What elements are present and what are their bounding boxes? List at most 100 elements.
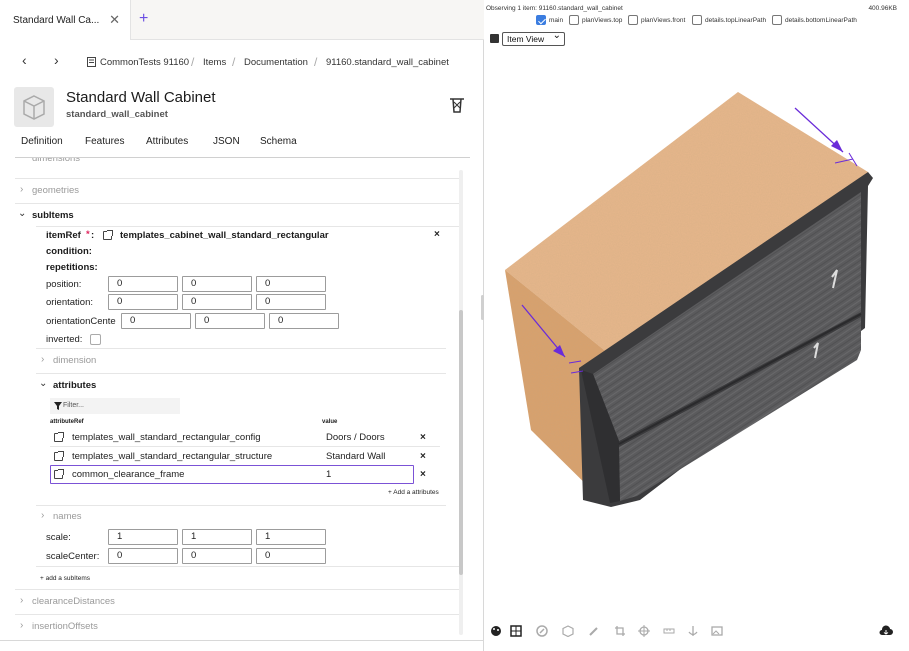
target-icon[interactable] [638,625,650,637]
box-icon[interactable] [562,625,574,637]
position-z-input[interactable]: 0 [256,276,326,292]
tree-node-attributes[interactable]: attributes [53,380,96,391]
scale-center-z-input[interactable]: 0 [256,548,326,564]
pane-resize-handle[interactable] [481,295,484,320]
tree-node-subitems[interactable]: subItems [32,210,74,221]
layer-toggle-top-linear-path[interactable]: details.topLinearPath [692,15,766,25]
filter-icon [54,402,62,410]
layer-label: main [549,16,564,24]
tab-standard-wall-cabinet[interactable]: Standard Wall Ca... ✕ [0,0,131,40]
external-link-icon[interactable] [54,432,64,442]
project-icon [87,57,96,67]
orientation-z-input[interactable]: 0 [256,294,326,310]
layer-toggle-main[interactable]: main [536,15,563,25]
forward-arrow-icon[interactable]: › [54,52,59,68]
cloud-download-icon[interactable] [879,625,893,637]
row-divider [50,446,440,447]
chevron-right-icon[interactable]: › [20,620,23,631]
external-link-icon[interactable] [54,451,64,461]
new-tab-button[interactable]: + [139,10,148,28]
attribute-ref[interactable]: common_clearance_frame [72,469,184,480]
remove-attribute-button[interactable]: × [420,469,426,480]
orientation-center-x-input[interactable]: 0 [121,313,191,329]
image-icon[interactable] [711,625,723,637]
viewer-pane: Observing 1 item: 91160.standard_wall_ca… [485,0,909,651]
layer-toggle-bottom-linear-path[interactable]: details.bottomLinearPath [772,15,857,25]
crop-icon[interactable] [614,625,626,637]
position-x-input[interactable]: 0 [108,276,178,292]
checkbox-checked-icon[interactable] [536,15,546,25]
tab-features[interactable]: Features [85,136,124,147]
tree-node-clearance-distances[interactable]: clearanceDistances [32,596,115,607]
tree-node-dimension[interactable]: dimension [53,355,96,366]
breadcrumb-documentation[interactable]: Documentation [244,57,308,68]
definition-tabs: Definition Features Attributes JSON Sche… [0,128,484,156]
inverted-checkbox[interactable] [90,334,101,345]
attribute-ref[interactable]: templates_wall_standard_rectangular_stru… [72,451,272,462]
trash-icon[interactable] [448,96,466,114]
3d-viewport[interactable] [485,60,909,620]
scale-x-input[interactable]: 1 [108,529,178,545]
tree-node-dimensions[interactable]: dimensions [32,158,80,165]
tab-json[interactable]: JSON [213,136,240,147]
tab-schema[interactable]: Schema [260,136,297,147]
orientation-y-input[interactable]: 0 [182,294,252,310]
layer-toggle-planviews-front[interactable]: planViews.front [628,15,685,25]
tree-node-names[interactable]: names [53,511,82,522]
external-link-icon[interactable] [103,230,113,240]
row-divider [15,614,460,615]
view-mode-select[interactable]: Item View [502,30,565,46]
chevron-down-icon[interactable]: ⌄ [39,378,47,389]
item-thumbnail [14,87,54,127]
add-subitems-button[interactable]: + add a subItems [40,575,90,582]
remove-attribute-button[interactable]: × [420,432,426,443]
tab-definition[interactable]: Definition [21,136,63,147]
row-divider [36,226,460,227]
attribute-value[interactable]: Standard Wall [326,451,385,462]
checkbox-icon[interactable] [569,15,579,25]
checkbox-icon[interactable] [772,15,782,25]
checkbox-icon[interactable] [692,15,702,25]
chevron-right-icon[interactable]: › [41,510,44,521]
chevron-right-icon[interactable]: › [20,595,23,606]
compass-icon[interactable] [536,625,548,637]
scale-center-y-input[interactable]: 0 [182,548,252,564]
anchor-icon[interactable] [687,625,699,637]
remove-attribute-button[interactable]: × [420,451,426,462]
position-y-input[interactable]: 0 [182,276,252,292]
checkbox-icon[interactable] [628,15,638,25]
palette-icon[interactable] [490,625,502,637]
tree-node-geometries[interactable]: geometries [32,185,79,196]
chevron-down-icon[interactable]: ⌄ [18,208,26,219]
attribute-ref[interactable]: templates_wall_standard_rectangular_conf… [72,432,261,443]
orientation-center-label: orientationCente [46,316,116,327]
external-link-icon[interactable] [54,469,64,479]
breadcrumb-project[interactable]: CommonTests 91160 [100,57,189,68]
layer-toggle-planviews-top[interactable]: planViews.top [569,15,622,25]
scale-z-input[interactable]: 1 [256,529,326,545]
tree-node-insertion-offsets[interactable]: insertionOffsets [32,621,98,632]
grid-icon[interactable] [510,625,522,637]
itemref-value[interactable]: templates_cabinet_wall_standard_rectangu… [120,230,329,241]
filter-input[interactable]: Filter... [50,398,180,414]
breadcrumb-items[interactable]: Items [203,57,226,68]
orientation-x-input[interactable]: 0 [108,294,178,310]
attribute-value[interactable]: Doors / Doors [326,432,385,443]
ruler-icon[interactable] [663,625,675,637]
chevron-right-icon[interactable]: › [20,184,23,195]
scale-center-x-input[interactable]: 0 [108,548,178,564]
viewer-toolbar [485,622,909,642]
back-arrow-icon[interactable]: ‹ [22,52,27,68]
orientation-center-y-input[interactable]: 0 [195,313,265,329]
add-attributes-button[interactable]: + Add a attributes [388,489,439,496]
brush-icon[interactable] [588,625,600,637]
remove-subitem-button[interactable]: × [434,229,440,240]
scrollbar-thumb[interactable] [459,310,463,575]
close-tab-icon[interactable]: ✕ [109,12,120,28]
attribute-value[interactable]: 1 [326,469,331,480]
orientation-center-z-input[interactable]: 0 [269,313,339,329]
chevron-right-icon[interactable]: › [41,354,44,365]
tab-attributes[interactable]: Attributes [146,136,188,147]
scale-y-input[interactable]: 1 [182,529,252,545]
row-divider [15,178,460,179]
